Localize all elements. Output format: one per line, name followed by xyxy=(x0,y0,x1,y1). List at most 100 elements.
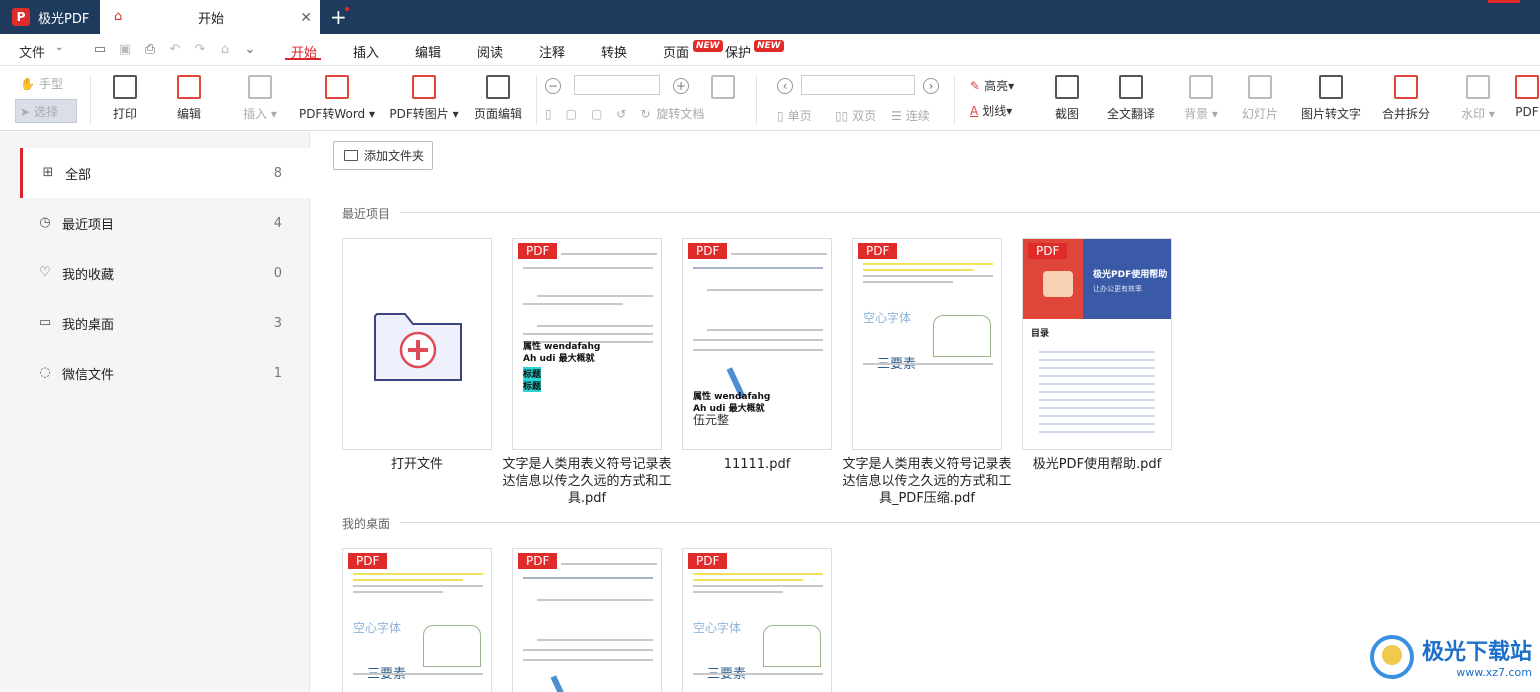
page-icon-button[interactable] xyxy=(708,75,738,105)
home-icon[interactable]: ⌂ xyxy=(217,42,233,58)
close-icon[interactable]: ✕ xyxy=(300,10,312,26)
menu-protect[interactable]: 保护 xyxy=(725,42,751,61)
continuous-button[interactable]: ☰ 连续 xyxy=(891,107,930,124)
pdf-badge: PDF xyxy=(518,553,558,569)
divider xyxy=(90,75,91,125)
customize-icon[interactable]: ⌄ xyxy=(242,42,258,58)
menu-convert[interactable]: 转换 xyxy=(601,42,627,61)
pdf-to-image-button[interactable]: PDF转图片 ▾ xyxy=(389,75,459,122)
file-thumbnail[interactable]: PDF 空心字体 三要素 xyxy=(682,548,832,692)
file-name: 极光PDF使用帮助.pdf xyxy=(1032,457,1162,472)
save-icon[interactable]: ▣ xyxy=(117,42,133,58)
screenshot-button[interactable]: 截图 xyxy=(1052,75,1082,122)
page-number-input[interactable] xyxy=(801,75,915,95)
highlight-button[interactable]: ✎ 高亮 ▾ xyxy=(970,77,1014,94)
watermark-button[interactable]: 水印 ▾ xyxy=(1455,75,1501,122)
pdf-badge: PDF xyxy=(348,553,388,569)
shape-annotation xyxy=(763,625,821,667)
menu-insert[interactable]: 插入 xyxy=(353,42,379,61)
pdf-to-word-button[interactable]: PDF转Word ▾ xyxy=(298,75,376,122)
preview-text: 空心字体 xyxy=(863,311,912,325)
toc-row xyxy=(1039,431,1155,433)
text-line xyxy=(561,563,657,565)
tab-start[interactable]: ⌂ 开始 ✕ xyxy=(100,0,320,34)
zoom-in-icon[interactable]: + xyxy=(673,78,689,94)
undo-icon[interactable]: ↶ xyxy=(167,42,183,58)
toc-row xyxy=(1039,391,1155,393)
sidebar-item-favorites[interactable]: ♡ 我的收藏 0 xyxy=(20,248,310,298)
pages-icon xyxy=(711,75,735,99)
sidebar-item-all[interactable]: ⊞ 全部 8 xyxy=(20,148,310,198)
open-file-card[interactable] xyxy=(342,238,492,450)
translate-icon xyxy=(1119,75,1143,99)
sidebar-item-wechat[interactable]: ◌ 微信文件 1 xyxy=(20,348,310,398)
screenshot-label: 截图 xyxy=(1054,107,1079,121)
print-button[interactable]: 打印 xyxy=(110,75,140,122)
file-menu[interactable]: 文件 xyxy=(19,42,45,61)
image-to-text-button[interactable]: 图片转文字 xyxy=(1299,75,1363,122)
menu-annotate[interactable]: 注释 xyxy=(539,42,565,61)
double-page-button[interactable]: ▯▯ 双页 xyxy=(835,107,876,124)
hand-tool[interactable]: ✋ 手型 xyxy=(20,75,63,92)
menu-page[interactable]: 页面 xyxy=(663,42,689,61)
fit-page-icon[interactable]: ▯ xyxy=(545,107,552,121)
text-line xyxy=(863,275,993,277)
toc-row xyxy=(1039,407,1155,409)
background-button[interactable]: 背景 ▾ xyxy=(1178,75,1224,122)
sidebar-item-recent[interactable]: ◷ 最近项目 4 xyxy=(20,198,310,248)
file-thumbnail[interactable]: PDF 空心字体 三要素 xyxy=(852,238,1002,450)
preview-text: 伍元整 xyxy=(693,413,730,427)
folder-add-icon xyxy=(374,313,462,381)
file-name: 文字是人类用表义符号记录表达信息以传之久远的方式和工具_PDF压缩.pdf xyxy=(842,457,1012,506)
zoom-out-icon[interactable]: − xyxy=(545,78,561,94)
file-thumbnail[interactable]: PDF 极光PDF使用帮助 让办公更有效率 目录 xyxy=(1022,238,1172,450)
zoom-select[interactable] xyxy=(574,75,660,95)
underline-icon: A xyxy=(970,103,979,118)
text-line xyxy=(693,349,823,351)
text-line xyxy=(863,263,993,265)
sidebar-item-desktop[interactable]: ▭ 我的桌面 3 xyxy=(20,298,310,348)
underline-button[interactable]: A 划线 ▾ xyxy=(970,102,1012,119)
open-folder-icon[interactable]: ▭ xyxy=(92,42,108,58)
menu-edit[interactable]: 编辑 xyxy=(415,42,441,61)
single-page-button[interactable]: ▯ 单页 xyxy=(777,107,812,124)
file-thumbnail[interactable]: PDF 空心字体 三要素 xyxy=(342,548,492,692)
chevron-down-icon[interactable]: ⌄ xyxy=(55,42,63,53)
page-edit-button[interactable]: 页面编辑 xyxy=(472,75,524,122)
menu-read[interactable]: 阅读 xyxy=(477,42,503,61)
edit-button[interactable]: 编辑 xyxy=(174,75,204,122)
file-thumbnail[interactable]: PDF xyxy=(512,548,662,692)
print-icon[interactable]: ⎙ xyxy=(142,42,158,58)
full-translate-button[interactable]: 全文翻译 xyxy=(1105,75,1157,122)
add-folder-button[interactable]: 添加文件夹 xyxy=(333,141,433,170)
insert-button[interactable]: 插入 ▾ xyxy=(236,75,284,122)
actual-size-icon[interactable]: ▢ xyxy=(591,107,602,121)
text-line xyxy=(707,329,823,331)
fit-width-icon[interactable]: ▢ xyxy=(566,107,577,121)
underline-label: 划线 xyxy=(982,104,1007,118)
text-line xyxy=(353,673,483,675)
next-page-icon[interactable]: › xyxy=(923,78,939,94)
text-line xyxy=(693,673,823,675)
grid-icon: ⊞ xyxy=(42,165,54,180)
app-tab[interactable]: P 极光PDF xyxy=(0,0,100,34)
fit-icons: ▯ ▢ ▢ ↺ ↻ 旋转文档 xyxy=(545,105,704,122)
pdf-more-button[interactable]: PDF xyxy=(1514,75,1540,119)
single-page-icon: ▯ xyxy=(777,108,784,123)
file-thumbnail[interactable]: PDF 属性 wendafahg Ah udi 最大概就 伍元整 xyxy=(682,238,832,450)
divider xyxy=(536,75,537,125)
select-tool[interactable]: ➤ 选择 xyxy=(20,103,58,120)
merge-split-button[interactable]: 合并拆分 xyxy=(1380,75,1432,122)
prev-page-icon[interactable]: ‹ xyxy=(777,78,793,94)
redo-icon[interactable]: ↷ xyxy=(192,42,208,58)
text-line xyxy=(523,303,623,305)
rotate-right-icon[interactable]: ↻ xyxy=(640,107,650,121)
file-thumbnail[interactable]: PDF 属性 wendafahg Ah udi 最大概就 标题 标题 xyxy=(512,238,662,450)
pdf-badge: PDF xyxy=(518,243,558,259)
rotate-left-icon[interactable]: ↺ xyxy=(616,107,626,121)
continuous-icon: ☰ xyxy=(891,108,902,123)
full-translate-label: 全文翻译 xyxy=(1106,107,1155,121)
slideshow-button[interactable]: 幻灯片 xyxy=(1240,75,1280,122)
rotate-doc-label[interactable]: 旋转文档 xyxy=(656,105,704,122)
hand-label: 手型 xyxy=(38,77,63,91)
